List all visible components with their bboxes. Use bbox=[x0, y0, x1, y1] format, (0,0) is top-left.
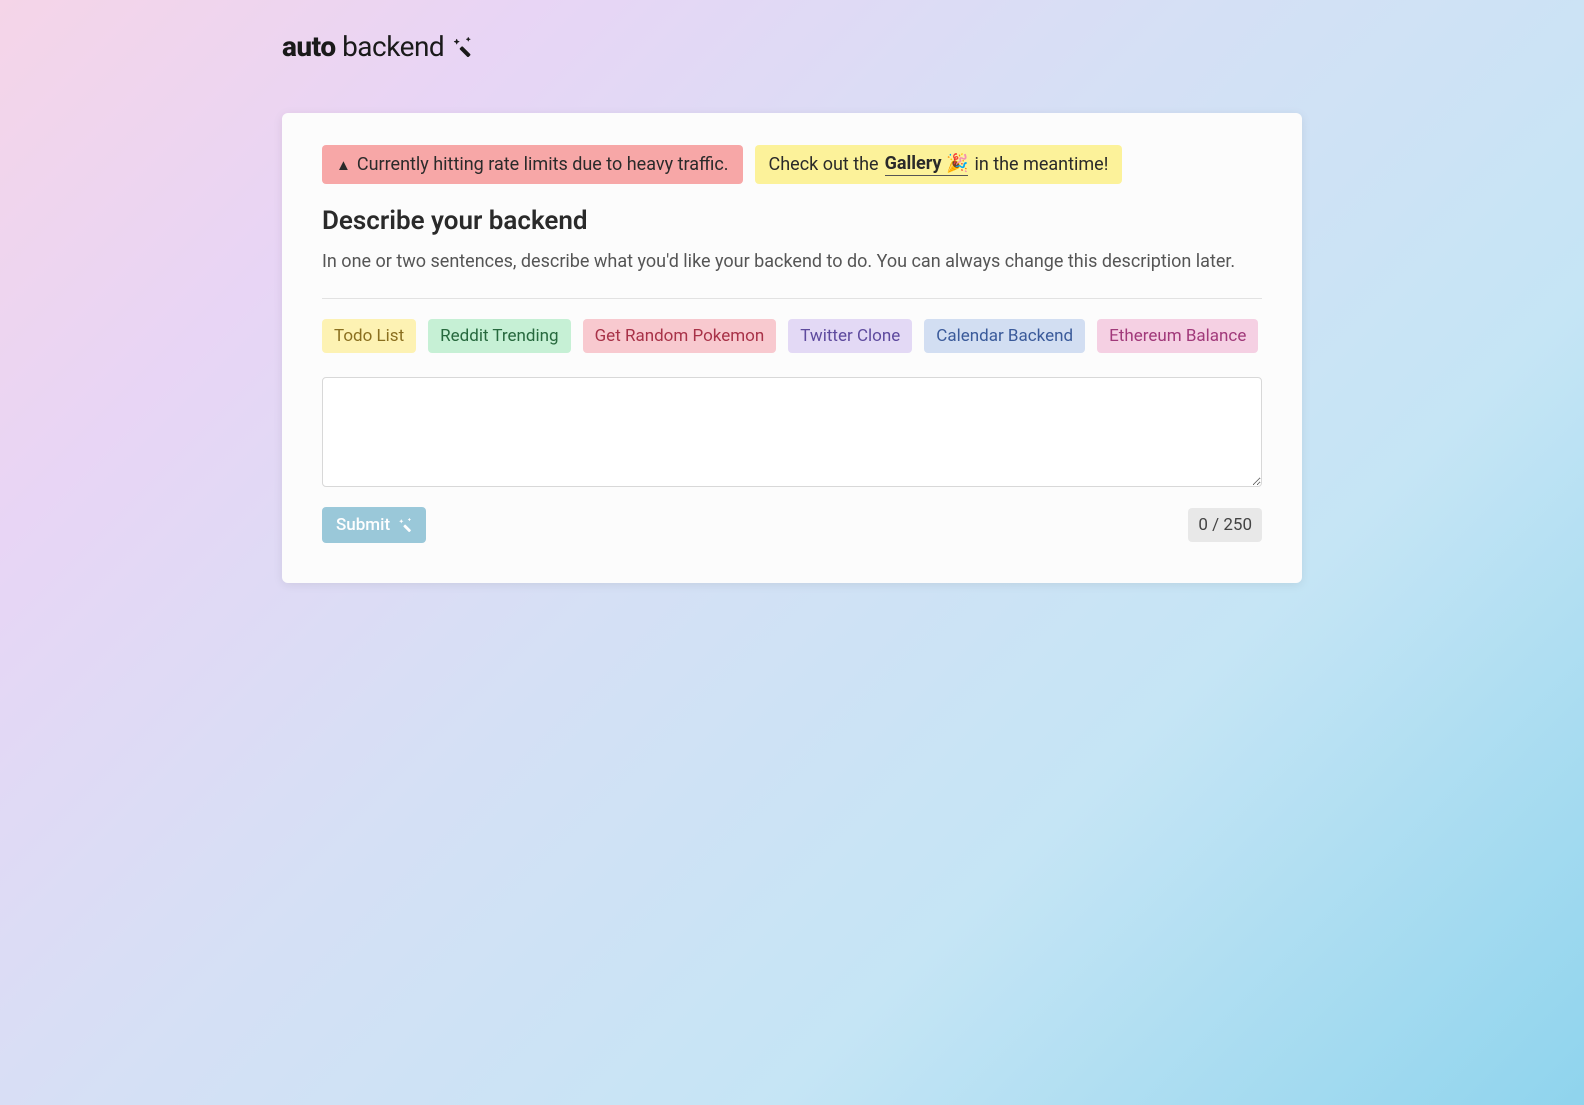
warning-icon: ▲ bbox=[336, 156, 351, 174]
example-chip[interactable]: Get Random Pokemon bbox=[583, 319, 777, 353]
gallery-link[interactable]: Gallery 🎉 bbox=[885, 153, 969, 176]
submit-label: Submit bbox=[336, 515, 390, 535]
info-suffix: in the meantime! bbox=[974, 154, 1108, 175]
app-logo[interactable]: auto backend bbox=[282, 30, 1302, 63]
submit-button[interactable]: Submit bbox=[322, 507, 426, 543]
alerts-row: ▲ Currently hitting rate limits due to h… bbox=[322, 145, 1262, 184]
main-card: ▲ Currently hitting rate limits due to h… bbox=[282, 113, 1302, 583]
rate-limit-alert: ▲ Currently hitting rate limits due to h… bbox=[322, 145, 743, 184]
form-footer: Submit 0 / 250 bbox=[322, 507, 1262, 543]
description-input[interactable] bbox=[322, 377, 1262, 487]
example-chips: Todo List Reddit Trending Get Random Pokem… bbox=[322, 319, 1262, 353]
example-chip[interactable]: Ethereum Balance bbox=[1097, 319, 1258, 353]
example-chip[interactable]: Twitter Clone bbox=[788, 319, 912, 353]
logo-text: auto backend bbox=[282, 30, 444, 63]
page-subtitle: In one or two sentences, describe what y… bbox=[322, 248, 1262, 276]
warning-text: Currently hitting rate limits due to hea… bbox=[357, 154, 729, 175]
example-chip[interactable]: Calendar Backend bbox=[924, 319, 1085, 353]
page-title: Describe your backend bbox=[322, 206, 1262, 236]
example-chip[interactable]: Todo List bbox=[322, 319, 416, 353]
example-chip[interactable]: Reddit Trending bbox=[428, 319, 570, 353]
gallery-alert: Check out the Gallery 🎉 in the meantime! bbox=[755, 145, 1123, 184]
wand-icon bbox=[452, 37, 472, 57]
character-count: 0 / 250 bbox=[1188, 508, 1262, 542]
wand-icon bbox=[398, 518, 412, 532]
divider bbox=[322, 298, 1262, 299]
info-prefix: Check out the bbox=[769, 154, 879, 175]
